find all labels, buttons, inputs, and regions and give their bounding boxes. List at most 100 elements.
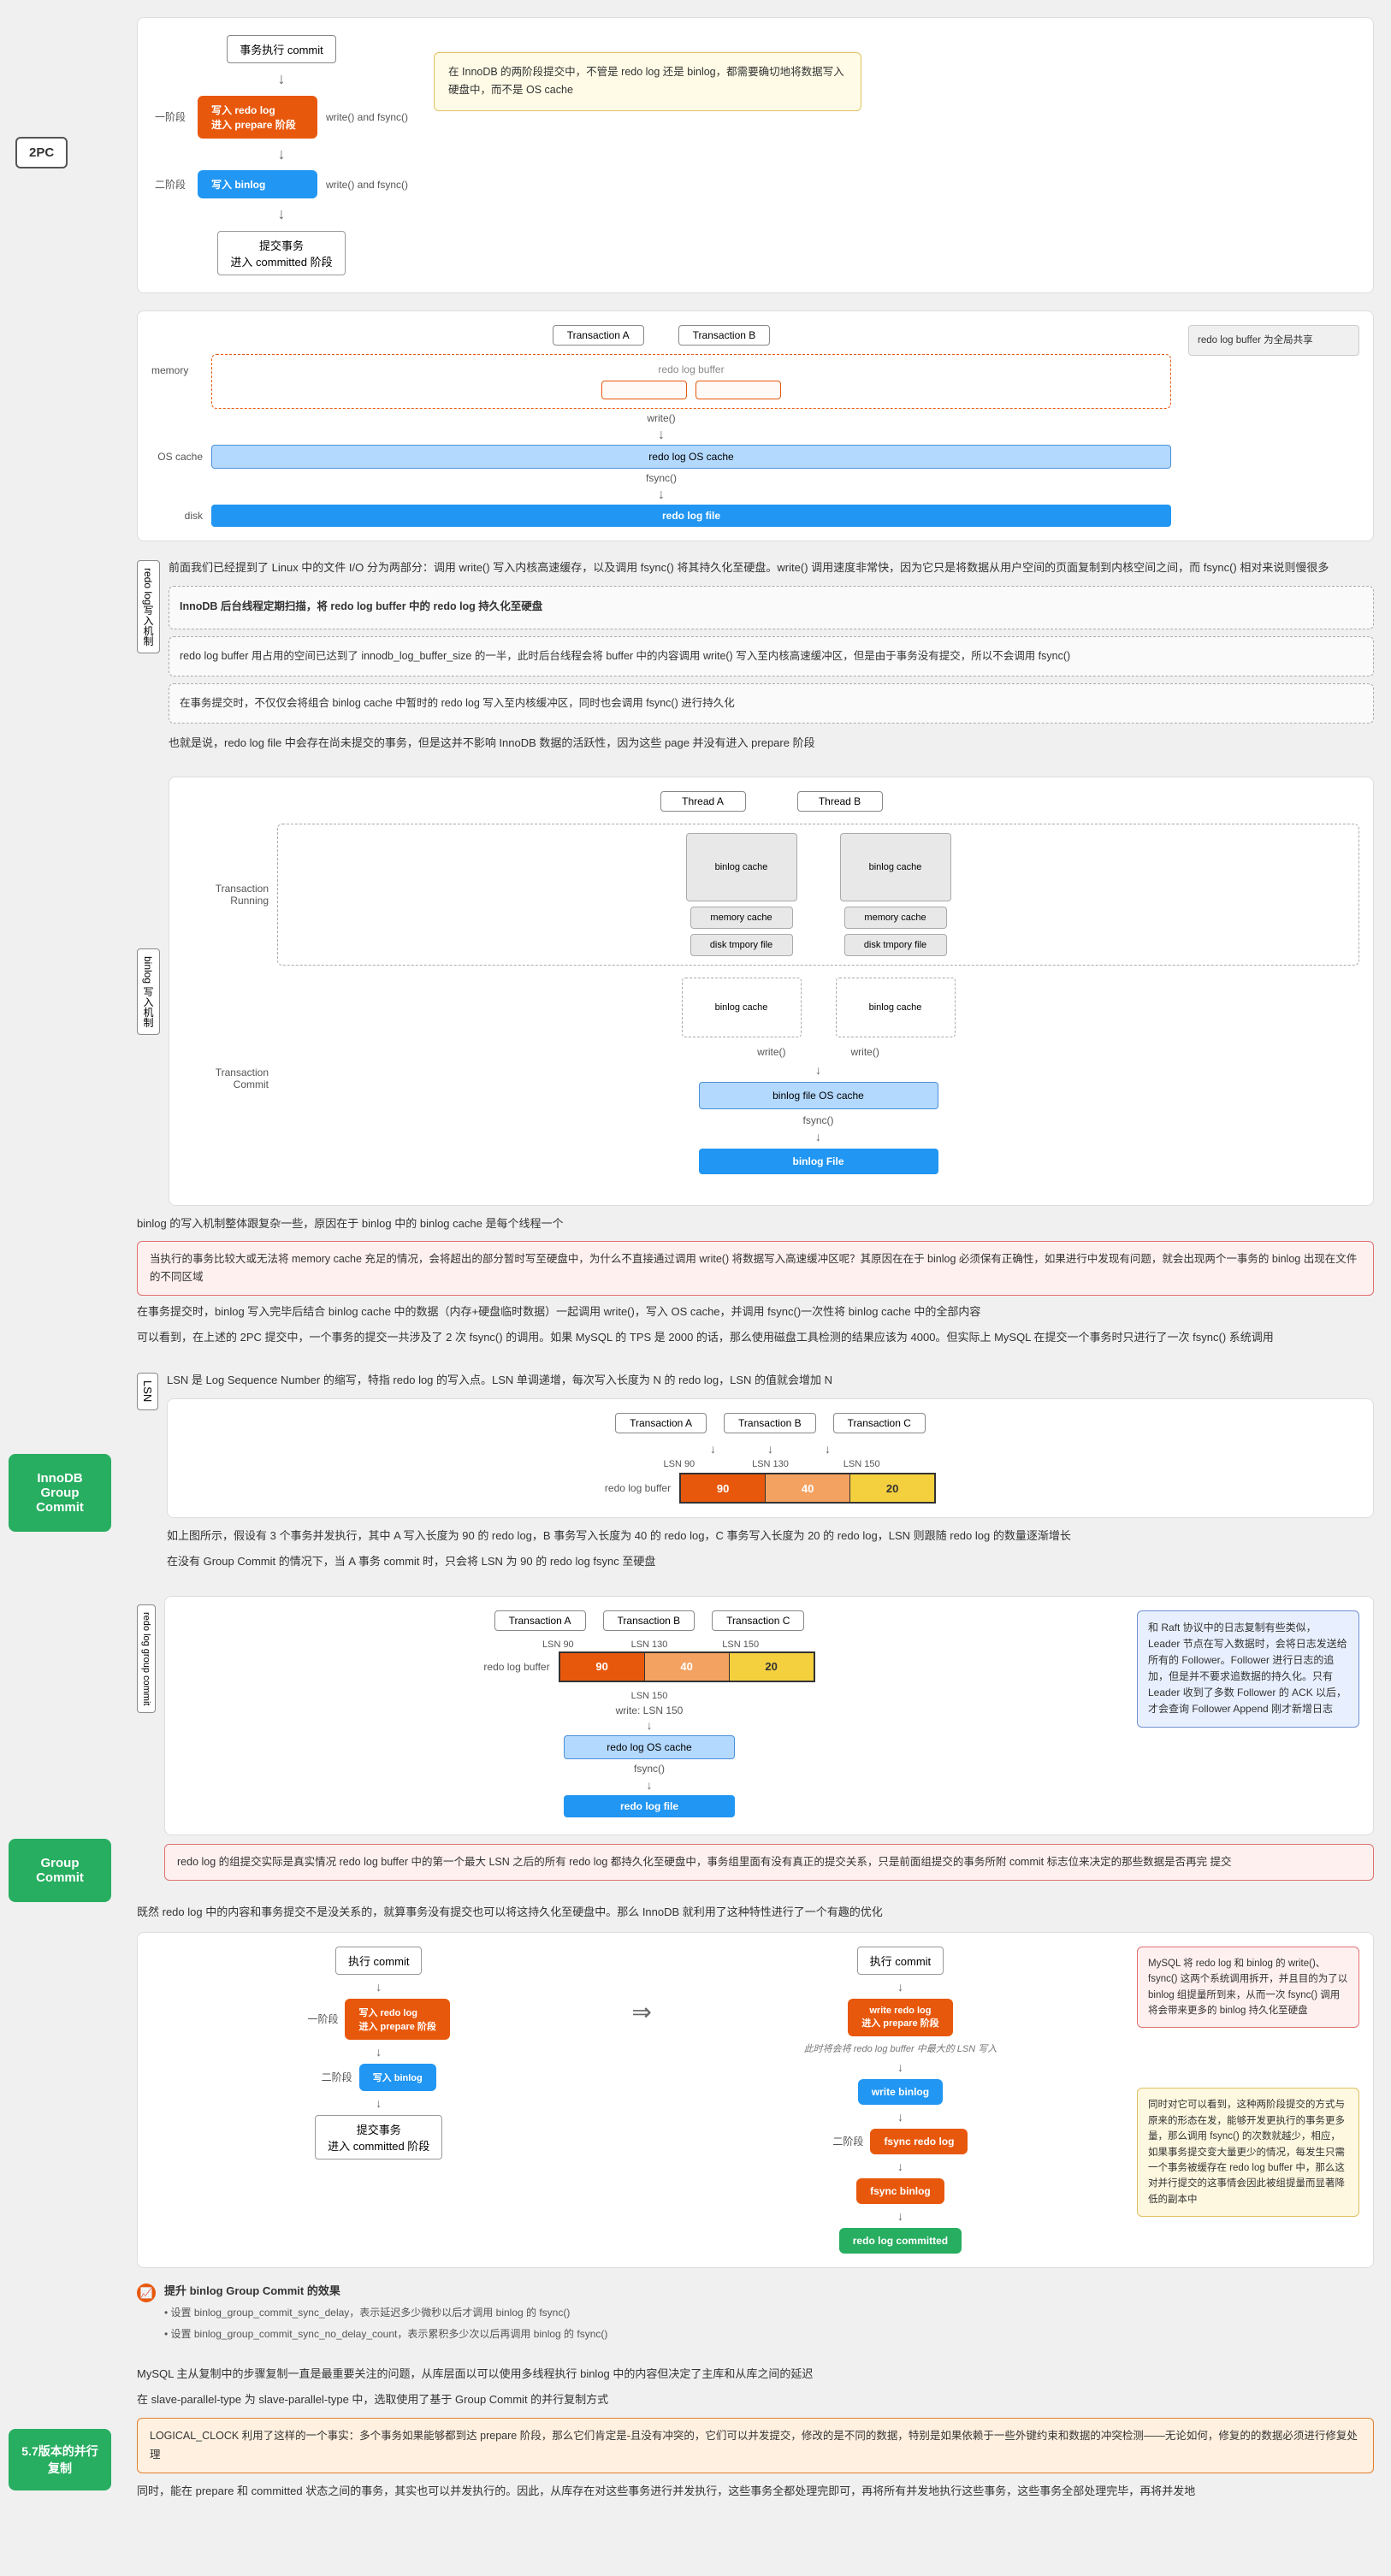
section-redo-text: redo log写入机制 前面我们已经提到了 Linux 中的文件 I/O 分为… xyxy=(137,552,1374,760)
gc-raft-annotation: 和 Raft 协议中的日志复制有些类似，Leader 节点在写入数据时，会将日志… xyxy=(1137,1610,1359,1728)
binlog-text4: 可以看到，在上述的 2PC 提交中，一个事务的提交一共涉及了 2 次 fsync… xyxy=(137,1328,1374,1347)
gc-phase1-label-left: 一阶段 xyxy=(307,2012,338,2026)
arrow3: ↓ xyxy=(278,205,286,224)
phase2-arrow-label: write() and fsync() xyxy=(326,179,408,191)
os-cache-row: OS cache redo log OS cache xyxy=(151,445,1171,469)
lsn-trans-headers: Transaction A Transaction B Transaction … xyxy=(181,1413,1359,1433)
thread-b: Thread B xyxy=(797,791,883,812)
section-57-parallel: MySQL 主从复制中的步骤复制一直是最重要关注的问题，从库层面以可以使用多线程… xyxy=(137,2365,1374,2501)
redo-summary-text: 也就是说，redo log file 中会存在尚未提交的事务，但是这并不影响 I… xyxy=(169,734,1374,753)
gc-right-annotations: MySQL 将 redo log 和 binlog 的 write()、fsyn… xyxy=(1137,1947,1359,2217)
lsn-150-label: LSN 150 xyxy=(816,1459,908,1469)
gc-lsn-buffer: 90 40 20 xyxy=(559,1651,815,1682)
memory-cache-a: memory cache xyxy=(690,907,793,929)
lsn-labels-row: LSN 90 LSN 130 LSN 150 xyxy=(634,1459,908,1469)
tx-running-label: Transaction Running xyxy=(183,883,269,907)
fsync-label-binlog: fsync() xyxy=(277,1114,1359,1126)
gc-lsn-labels: LSN 90 LSN 130 LSN 150 xyxy=(512,1640,786,1650)
gc-fsync-redolog: fsync redo log xyxy=(870,2129,968,2154)
gc-write-label: write: LSN 150 xyxy=(179,1705,1120,1716)
disk-row: disk redo log file xyxy=(151,505,1171,527)
redo-ann1-title: InnoDB 后台线程定期扫描，将 redo log buffer 中的 red… xyxy=(180,597,1363,613)
bottom-spacer xyxy=(0,2508,1391,2559)
lsn-content: LSN 是 Log Sequence Number 的缩写，特指 redo lo… xyxy=(167,1364,1374,1578)
redo-write-mechanism-label: redo log写入机制 xyxy=(137,560,160,653)
binlog-cache-b2: binlog cache xyxy=(836,978,956,1037)
gc-write-binlog-right: write binlog xyxy=(858,2079,943,2105)
redo-gc-with-label: redo log group commit Transaction A Tran… xyxy=(137,1596,1374,1889)
gc-cell-40: 40 xyxy=(645,1653,730,1681)
redo-annotation-box2: redo log buffer 用占用的空间已达到了 innodb_log_bu… xyxy=(169,636,1374,676)
lsn-buffer-visual: 90 40 20 xyxy=(679,1473,936,1504)
lsn-text1: 如上图所示，假设有 3 个事务并发执行，其中 A 写入长度为 90 的 redo… xyxy=(167,1527,1374,1545)
redo-ann2-text: redo log buffer 用占用的空间已达到了 innodb_log_bu… xyxy=(180,647,1363,665)
promote-content: 提升 binlog Group Commit 的效果 • 设置 binlog_g… xyxy=(164,2282,1374,2348)
binlog-with-label: binlog 写入机制 Thread A Thread B Transactio… xyxy=(137,777,1374,1206)
lsn-trans-c: Transaction C xyxy=(833,1413,926,1433)
gc-cell-20: 20 xyxy=(730,1653,814,1681)
section-2pc-top: 事务执行 commit ↓ 一阶段 写入 redo log进入 prepare … xyxy=(137,17,1374,293)
disk-temp-b: disk tmpory file xyxy=(844,934,947,956)
write-labels-row: write() write() xyxy=(277,1044,1359,1060)
promote-badge: 📈 xyxy=(137,2284,156,2302)
gc-trans-a: Transaction A xyxy=(494,1610,586,1631)
lsn-with-label: LSN LSN 是 Log Sequence Number 的缩写，特指 red… xyxy=(137,1364,1374,1578)
gc-redo-committed: redo log committed xyxy=(839,2228,962,2254)
binlog-os-cache-row: binlog file OS cache xyxy=(277,1082,1359,1109)
gc-redo-os-cache: redo log OS cache xyxy=(179,1735,1120,1759)
arrow-down-1: ↓ xyxy=(151,428,1171,443)
redo-annotation-text: redo log buffer 为全局共享 xyxy=(1188,325,1359,356)
top-commit-flow: 事务执行 commit ↓ 一阶段 写入 redo log进入 prepare … xyxy=(155,35,1356,275)
trans-a: Transaction A xyxy=(553,325,644,346)
redo-text-with-label: redo log写入机制 前面我们已经提到了 Linux 中的文件 I/O 分为… xyxy=(137,552,1374,760)
thread-a: Thread A xyxy=(660,791,746,812)
gc-arrow-center: ⇒ xyxy=(631,1947,651,2026)
57-logical-clock-annotation: LOGICAL_CLOCK 利用了这样的一个事实：多个事务如果能够都到达 pre… xyxy=(137,2418,1374,2473)
lsn-text2: 在没有 Group Commit 的情况下，当 A 事务 commit 时，只会… xyxy=(167,1552,1374,1571)
redo-ann3-text: 在事务提交时，不仅仅会将组合 binlog cache 中暂时的 redo lo… xyxy=(180,694,1363,712)
memory-redo-row: memory redo log buffer xyxy=(151,354,1171,409)
binlog-cache-b1: binlog cache xyxy=(840,833,951,901)
redo-text-content: 前面我们已经提到了 Linux 中的文件 I/O 分为两部分：调用 write(… xyxy=(169,552,1374,760)
write-b: write() xyxy=(844,1044,886,1060)
phase1-row: 一阶段 写入 redo log进入 prepare 阶段 write() and… xyxy=(155,96,408,139)
redo-log-file: redo log file xyxy=(211,505,1171,527)
lsn-intro: LSN 是 Log Sequence Number 的缩写，特指 redo lo… xyxy=(167,1371,1374,1390)
lsn-cell-40: 40 xyxy=(766,1474,850,1502)
phase2-label: 二阶段 xyxy=(155,177,186,192)
write-arrow: write() xyxy=(151,412,1171,424)
gc-write-redolog-prepare: write redo log进入 prepare 阶段 xyxy=(848,1999,952,2036)
gc-redo-buffer-label: redo log buffer xyxy=(483,1661,549,1673)
binlog-text2-red: 当执行的事务比较大或无法将 memory cache 充足的情况，会将超出的部分… xyxy=(137,1241,1374,1297)
thread-headers: Thread A Thread B xyxy=(183,791,1359,812)
57-text2: 在 slave-parallel-type 为 slave-parallel-t… xyxy=(137,2390,1374,2409)
gc-phase2-label-left: 二阶段 xyxy=(322,2070,352,2084)
phase1-box: 写入 redo log进入 prepare 阶段 xyxy=(198,96,317,139)
binlog-annotations: binlog 的写入机制整体跟复杂一些，原因在于 binlog 中的 binlo… xyxy=(137,1214,1374,1347)
label-innodb-group-commit: InnoDB Group Commit xyxy=(9,1454,111,1532)
gc-annotation-mysql-split: MySQL 将 redo log 和 binlog 的 write()、fsyn… xyxy=(1137,1947,1359,2029)
group-commit-intro: 既然 redo log 中的内容和事务提交不是没关系的，就算事务没有提交也可以将… xyxy=(137,1903,1374,1922)
gc-redo-file: redo log file xyxy=(179,1795,1120,1817)
tx-commit-content: binlog cache binlog cache write() write(… xyxy=(277,978,1359,1179)
redo-gc-diagram-left: Transaction A Transaction B Transaction … xyxy=(179,1610,1120,1821)
gc-fsync-binlog: fsync binlog xyxy=(856,2178,944,2204)
arrow1: ↓ xyxy=(278,70,286,89)
os-cache-label-left: OS cache xyxy=(151,451,203,463)
57-text1: MySQL 主从复制中的步骤复制一直是最重要关注的问题，从库层面以可以使用多线程… xyxy=(137,2365,1374,2384)
commit-flow-left: 事务执行 commit ↓ 一阶段 写入 redo log进入 prepare … xyxy=(155,35,408,275)
running-cols: binlog cache memory cache disk tmpory fi… xyxy=(292,833,1345,956)
thread-a-running: binlog cache memory cache disk tmpory fi… xyxy=(682,833,802,956)
lsn-cell-20: 20 xyxy=(850,1474,934,1502)
gc-write-binlog-left: 写入 binlog xyxy=(359,2064,436,2091)
gc-fsync: fsync() xyxy=(179,1763,1120,1775)
label-group-commit: Group Commit xyxy=(9,1839,111,1902)
redo-annotation-box1: InnoDB 后台线程定期扫描，将 redo log buffer 中的 red… xyxy=(169,586,1374,629)
redo-buffer-diagram: Transaction A Transaction B memory redo … xyxy=(151,325,1171,527)
lsn-trans-b: Transaction B xyxy=(724,1413,816,1433)
promote-item1: • 设置 binlog_group_commit_sync_delay，表示延迟… xyxy=(164,2305,1374,2321)
gc-original-flow: 执行 commit ↓ 一阶段 写入 redo log进入 prepare 阶段… xyxy=(151,1947,606,2159)
gc-phase1-boxes: 写入 redo log进入 prepare 阶段 xyxy=(345,1999,449,2040)
lsn-arrows: ↓↓↓ xyxy=(181,1442,1359,1456)
start-box: 事务执行 commit xyxy=(227,35,336,63)
